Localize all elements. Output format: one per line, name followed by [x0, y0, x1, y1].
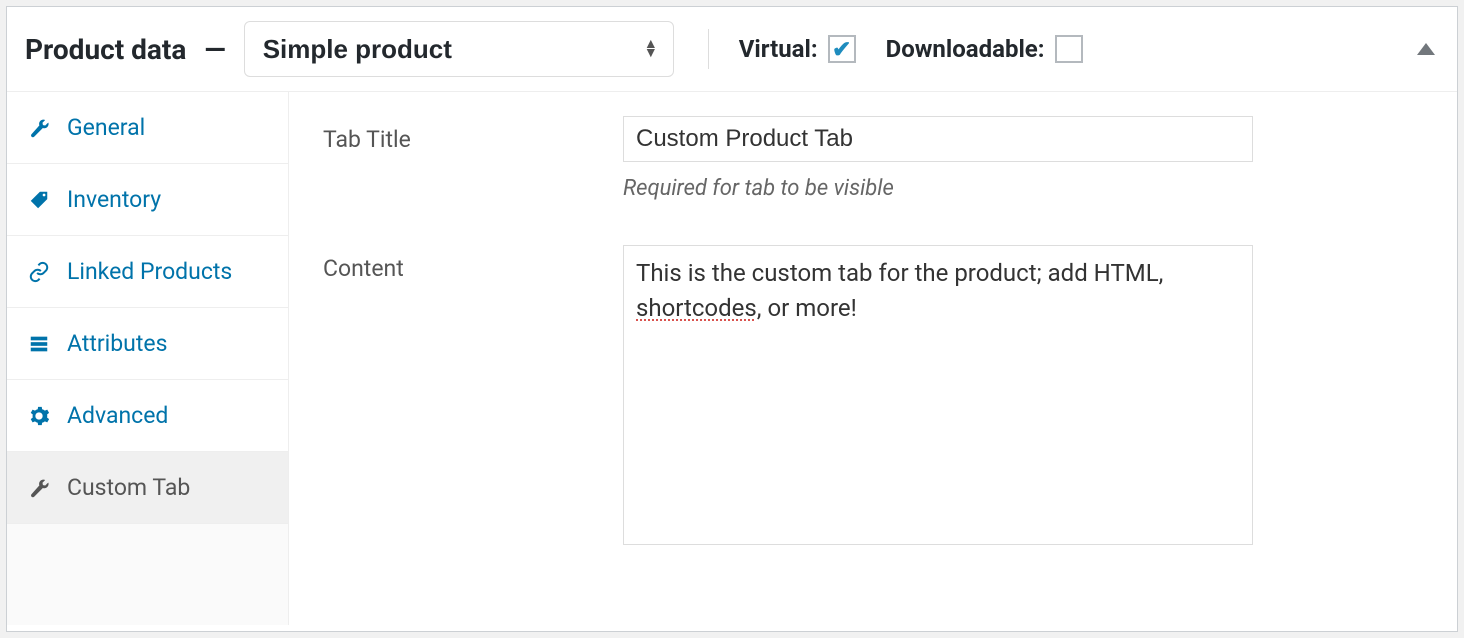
panel-title: Product data [25, 33, 186, 66]
virtual-option: Virtual: [739, 35, 856, 63]
content-textarea[interactable]: This is the custom tab for the product; … [623, 245, 1253, 545]
tab-title-label: Tab Title [323, 116, 623, 153]
tab-custom-tab[interactable]: Custom Tab [7, 452, 288, 524]
wrench-icon [27, 476, 51, 500]
product-data-tabs: General Inventory Linked Products [7, 92, 289, 625]
downloadable-label: Downloadable: [886, 35, 1045, 63]
tag-icon [27, 188, 51, 212]
title-dash: — [204, 33, 225, 66]
tab-label: Linked Products [67, 258, 232, 285]
collapse-toggle-icon[interactable] [1417, 37, 1435, 61]
downloadable-option: Downloadable: [886, 35, 1083, 63]
gear-icon [27, 404, 51, 428]
tab-label: Advanced [67, 402, 168, 429]
tab-inventory[interactable]: Inventory [7, 164, 288, 236]
tab-content: Tab Title Required for tab to be visible… [289, 92, 1457, 625]
tab-title-description: Required for tab to be visible [623, 176, 1253, 201]
virtual-checkbox[interactable] [828, 35, 856, 63]
downloadable-checkbox[interactable] [1055, 35, 1083, 63]
panel-body: General Inventory Linked Products [7, 92, 1457, 625]
tab-attributes[interactable]: Attributes [7, 308, 288, 380]
tab-title-row: Tab Title Required for tab to be visible [323, 116, 1423, 201]
panel-header: Product data — Simple product ▲▼ Virtual… [7, 7, 1457, 92]
tab-label: General [67, 114, 145, 141]
product-type-select[interactable]: Simple product [244, 21, 674, 77]
tab-linked-products[interactable]: Linked Products [7, 236, 288, 308]
tab-label: Custom Tab [67, 474, 190, 501]
tab-advanced[interactable]: Advanced [7, 380, 288, 452]
content-label: Content [323, 245, 623, 282]
tab-title-input[interactable] [623, 116, 1253, 162]
list-icon [27, 332, 51, 356]
tab-label: Inventory [67, 186, 161, 213]
tab-label: Attributes [67, 330, 167, 357]
product-data-panel: Product data — Simple product ▲▼ Virtual… [6, 6, 1458, 632]
wrench-icon [27, 116, 51, 140]
tab-general[interactable]: General [7, 92, 288, 164]
product-type-select-wrap: Simple product ▲▼ [244, 21, 674, 77]
content-row: Content This is the custom tab for the p… [323, 245, 1423, 545]
link-icon [27, 260, 51, 284]
virtual-label: Virtual: [739, 35, 818, 63]
separator [708, 29, 709, 69]
